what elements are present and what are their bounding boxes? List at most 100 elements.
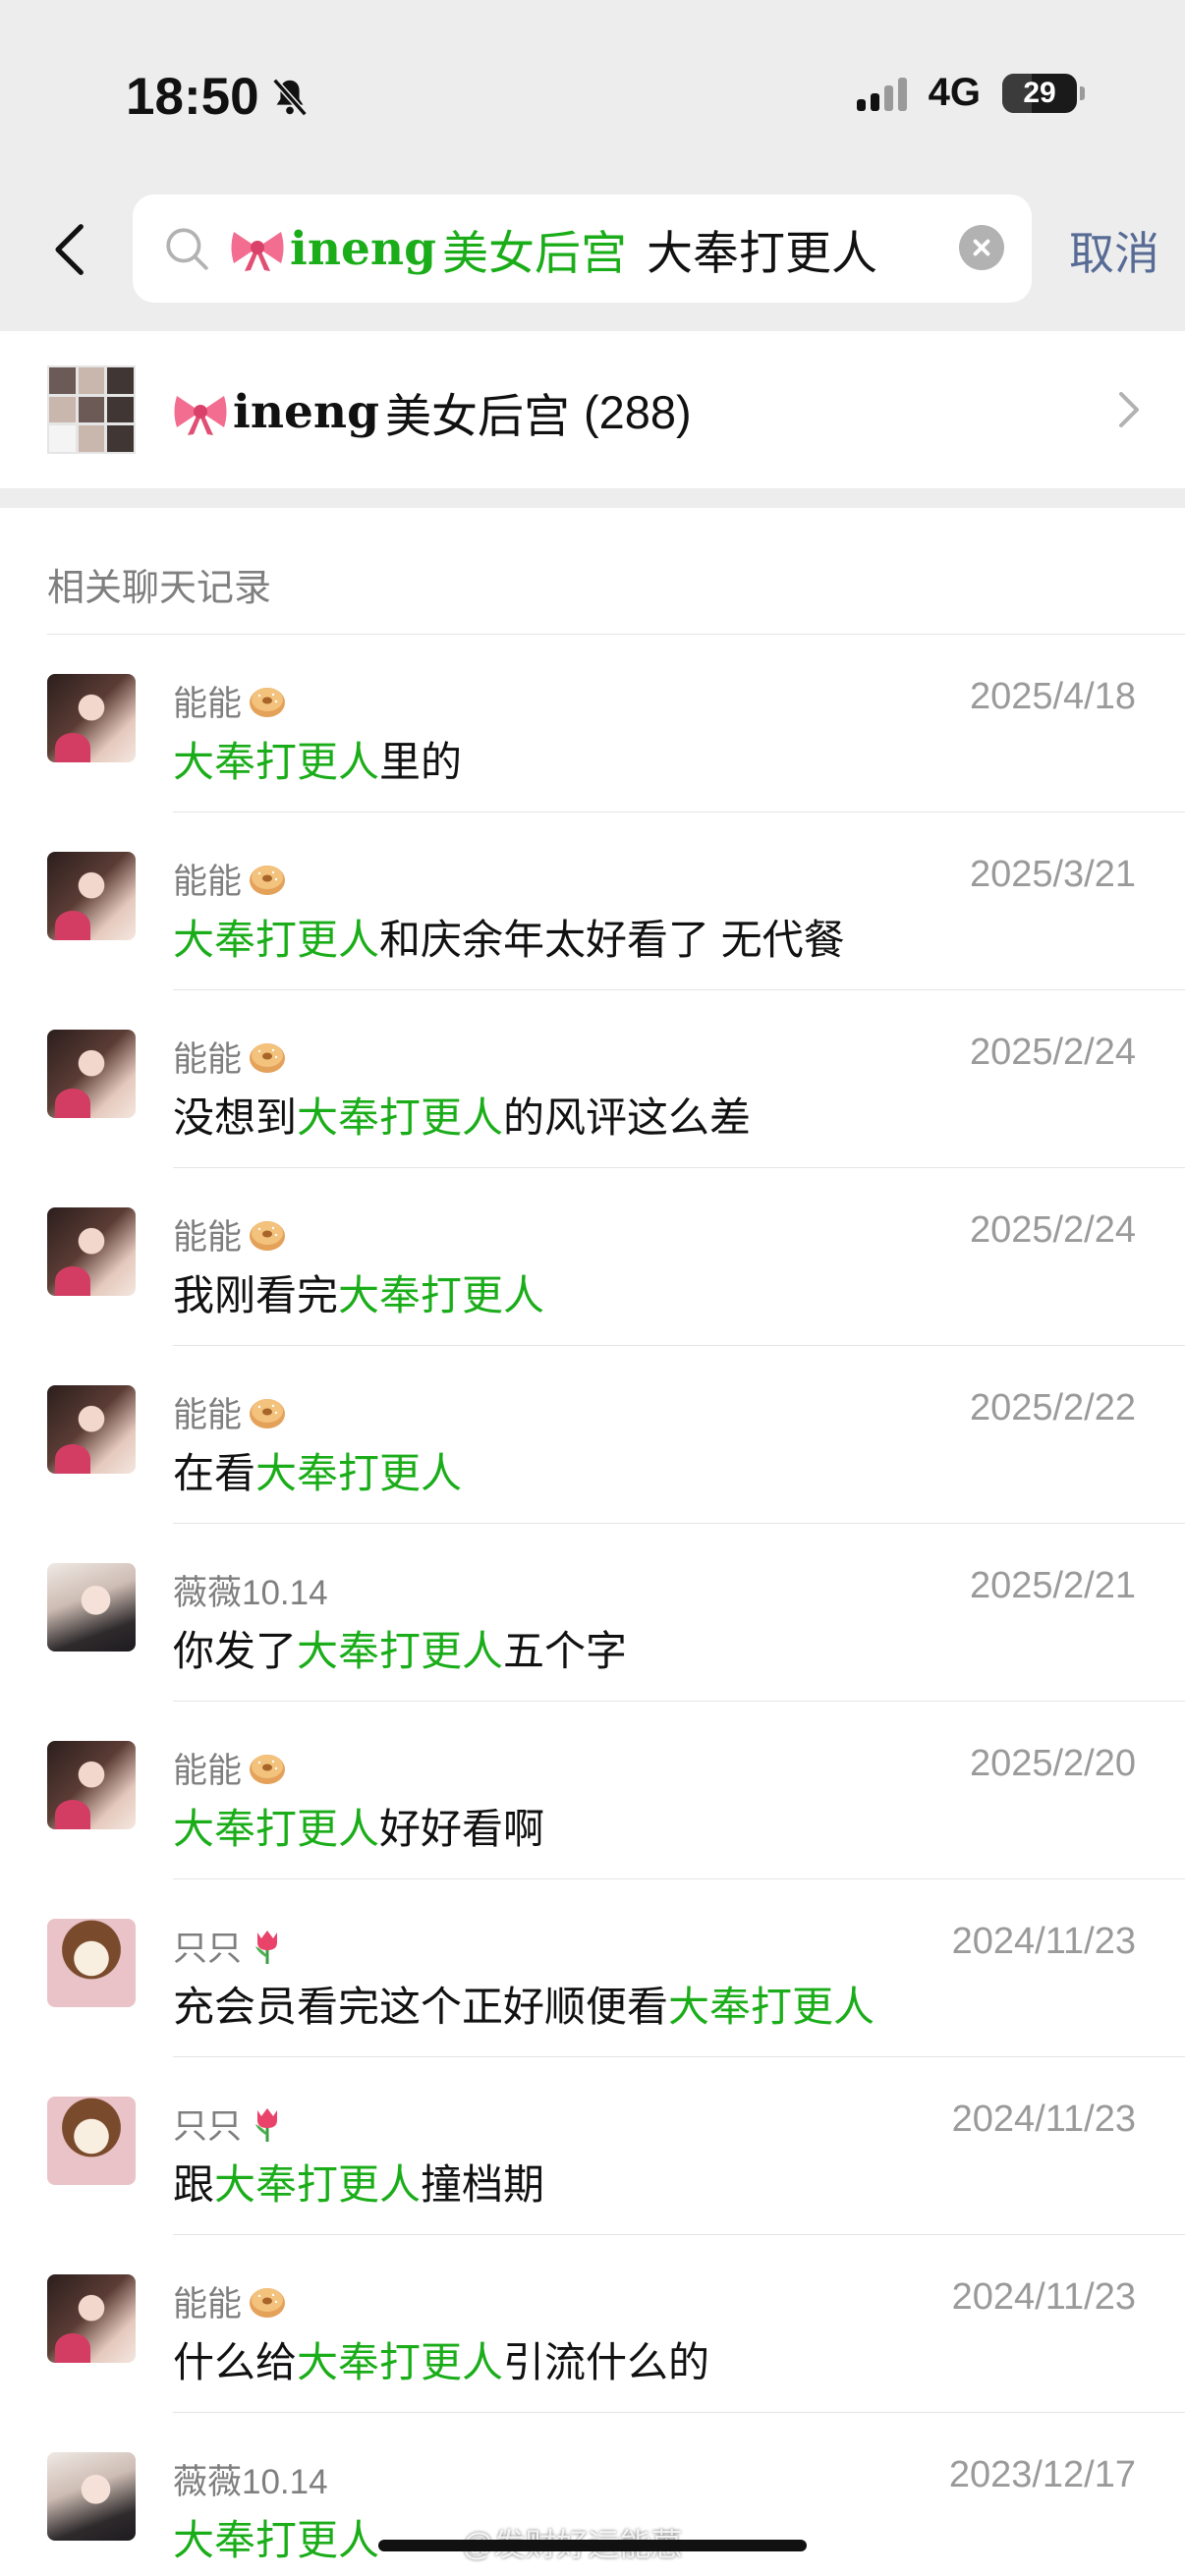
- avatar: [47, 1741, 136, 1829]
- bagel-emoji-icon: [250, 1042, 286, 1073]
- snippet-post: 的风评这么差: [503, 1094, 752, 1141]
- message-snippet: 大奉打更人里的: [173, 729, 462, 789]
- snippet-pre: 没想到: [173, 1094, 298, 1141]
- snippet-highlight: 大奉打更人: [255, 1450, 463, 1496]
- avatar: [47, 852, 136, 940]
- sender-name: 只只: [173, 2099, 287, 2149]
- message-result-row[interactable]: 能能 2024/11/23 什么给大奉打更人引流什么的: [0, 2235, 1185, 2413]
- bagel-emoji-icon: [250, 1398, 286, 1428]
- group-result-row[interactable]: ineng 美女后宫 (288): [0, 331, 1185, 488]
- clear-search-icon[interactable]: [959, 225, 1004, 270]
- message-date: 2025/3/21: [969, 854, 1136, 895]
- snippet-post: 好好看啊: [379, 1806, 545, 1852]
- snippet-highlight: 大奉打更人: [338, 1272, 545, 1318]
- message-snippet: 跟大奉打更人撞档期: [173, 2152, 544, 2212]
- snippet-post: 和庆余年太好看了 无代餐: [379, 917, 845, 963]
- snippet-post: 撞档期: [421, 2161, 545, 2208]
- group-name: ineng: [233, 385, 379, 439]
- message-result-row[interactable]: 能能 2025/2/20 大奉打更人好好看啊: [0, 1702, 1185, 1879]
- wechat-search-screen: 18:50 4G 29 ineng 美女后宫 大奉打更人 取消 ineng 美女…: [0, 0, 1185, 2576]
- snippet-highlight: 大奉打更人: [173, 917, 380, 963]
- battery-icon: 29: [1002, 73, 1085, 113]
- message-snippet: 大奉打更人: [173, 2507, 379, 2567]
- search-bar: ineng 美女后宫 大奉打更人 取消: [0, 195, 1185, 303]
- search-icon: [166, 228, 208, 270]
- avatar: [47, 1385, 136, 1474]
- snippet-pre: 充会员看完这个正好顺便看: [173, 1984, 669, 2030]
- snippet-highlight: 大奉打更人: [173, 1806, 380, 1852]
- message-snippet: 什么给大奉打更人引流什么的: [173, 2329, 709, 2389]
- message-result-row[interactable]: 能能 2025/4/18 大奉打更人里的: [0, 635, 1185, 812]
- message-date: 2025/2/24: [969, 1209, 1136, 1251]
- snippet-highlight: 大奉打更人: [668, 1984, 875, 2030]
- tulip-emoji-icon: [255, 1930, 278, 1964]
- pink-bow-icon: [174, 395, 227, 435]
- status-indicators: 4G 29: [856, 71, 1085, 115]
- message-date: 2025/2/24: [969, 1032, 1136, 1073]
- home-indicator[interactable]: [378, 2540, 807, 2551]
- snippet-pre: 在看: [173, 1450, 256, 1496]
- message-date: 2023/12/17: [948, 2454, 1136, 2495]
- snippet-pre: 跟: [173, 2161, 215, 2208]
- message-result-row[interactable]: 薇薇10.14 2025/2/21 你发了大奉打更人五个字: [0, 1524, 1185, 1702]
- bagel-emoji-icon: [250, 865, 286, 895]
- snippet-highlight: 大奉打更人: [214, 2161, 422, 2208]
- search-input[interactable]: ineng 美女后宫 大奉打更人: [133, 195, 1032, 303]
- message-snippet: 你发了大奉打更人五个字: [173, 1618, 627, 1678]
- message-result-row[interactable]: 能能 2025/2/22 在看大奉打更人: [0, 1346, 1185, 1524]
- message-snippet: 我刚看完大奉打更人: [173, 1262, 544, 1322]
- message-snippet: 没想到大奉打更人的风评这么差: [173, 1085, 751, 1145]
- bagel-emoji-icon: [250, 2287, 286, 2318]
- message-snippet: 大奉打更人好好看啊: [173, 1796, 544, 1856]
- group-title: ineng 美女后宫 (288): [172, 378, 692, 446]
- message-date: 2025/4/18: [969, 676, 1136, 717]
- sender-name: 薇薇10.14: [173, 1574, 328, 1612]
- message-date: 2025/2/21: [969, 1565, 1136, 1606]
- group-avatar: [47, 365, 136, 454]
- pink-bow-icon: [231, 232, 284, 271]
- snippet-pre: 你发了: [173, 1628, 298, 1674]
- back-arrow-icon[interactable]: [47, 222, 96, 277]
- sender-name: 能能: [173, 1387, 287, 1437]
- cancel-button[interactable]: 取消: [1069, 218, 1159, 283]
- message-date: 2025/2/22: [969, 1387, 1136, 1428]
- message-snippet: 充会员看完这个正好顺便看大奉打更人: [173, 1974, 875, 2034]
- sender-name: 能能: [173, 1032, 287, 1082]
- sender-name: 薇薇10.14: [173, 2463, 328, 2501]
- message-result-row[interactable]: 能能 2025/3/21 大奉打更人和庆余年太好看了 无代餐: [0, 812, 1185, 990]
- message-date: 2024/11/23: [951, 2099, 1136, 2140]
- message-result-row[interactable]: 能能 2025/2/24 没想到大奉打更人的风评这么差: [0, 990, 1185, 1168]
- sender-name: 能能: [173, 854, 287, 904]
- snippet-post: 引流什么的: [503, 2339, 710, 2385]
- snippet-post: 里的: [379, 739, 463, 785]
- message-result-row[interactable]: 只只 2024/11/23 充会员看完这个正好顺便看大奉打更人: [0, 1879, 1185, 2057]
- search-query-text: 大奉打更人: [646, 226, 877, 279]
- group-filter-chip[interactable]: ineng 美女后宫: [229, 215, 627, 283]
- snippet-highlight: 大奉打更人: [173, 2517, 380, 2563]
- avatar: [47, 1207, 136, 1296]
- snippet-pre: 我刚看完: [173, 1272, 339, 1318]
- message-result-list: 能能 2025/4/18 大奉打更人里的 能能 2025/3/21 大奉打更人和庆余年太好…: [0, 635, 1185, 2576]
- message-date: 2024/11/23: [951, 1921, 1136, 1962]
- group-name-cn: 美女后宫: [384, 390, 570, 442]
- snippet-post: 五个字: [503, 1628, 628, 1674]
- tulip-emoji-icon: [255, 2107, 278, 2142]
- group-member-count: (288): [583, 386, 692, 438]
- snippet-highlight: 大奉打更人: [297, 1094, 504, 1141]
- message-result-row[interactable]: 只只 2024/11/23 跟大奉打更人撞档期: [0, 2057, 1185, 2235]
- status-time: 18:50: [126, 67, 312, 127]
- message-result-row[interactable]: 能能 2025/2/24 我刚看完大奉打更人: [0, 1168, 1185, 1346]
- mute-bell-icon: [271, 78, 308, 116]
- avatar: [47, 2274, 136, 2363]
- sender-name: 能能: [173, 1209, 287, 1260]
- snippet-highlight: 大奉打更人: [173, 739, 380, 785]
- search-query: ineng 美女后宫 大奉打更人: [229, 215, 877, 283]
- sender-name: 能能: [173, 2276, 287, 2326]
- sender-name: 能能: [173, 1743, 287, 1793]
- network-type: 4G: [928, 71, 981, 114]
- section-gap: [0, 488, 1185, 508]
- avatar: [47, 2097, 136, 2185]
- sender-name: 能能: [173, 676, 287, 726]
- avatar: [47, 1563, 136, 1652]
- battery-level: 29: [1023, 76, 1056, 109]
